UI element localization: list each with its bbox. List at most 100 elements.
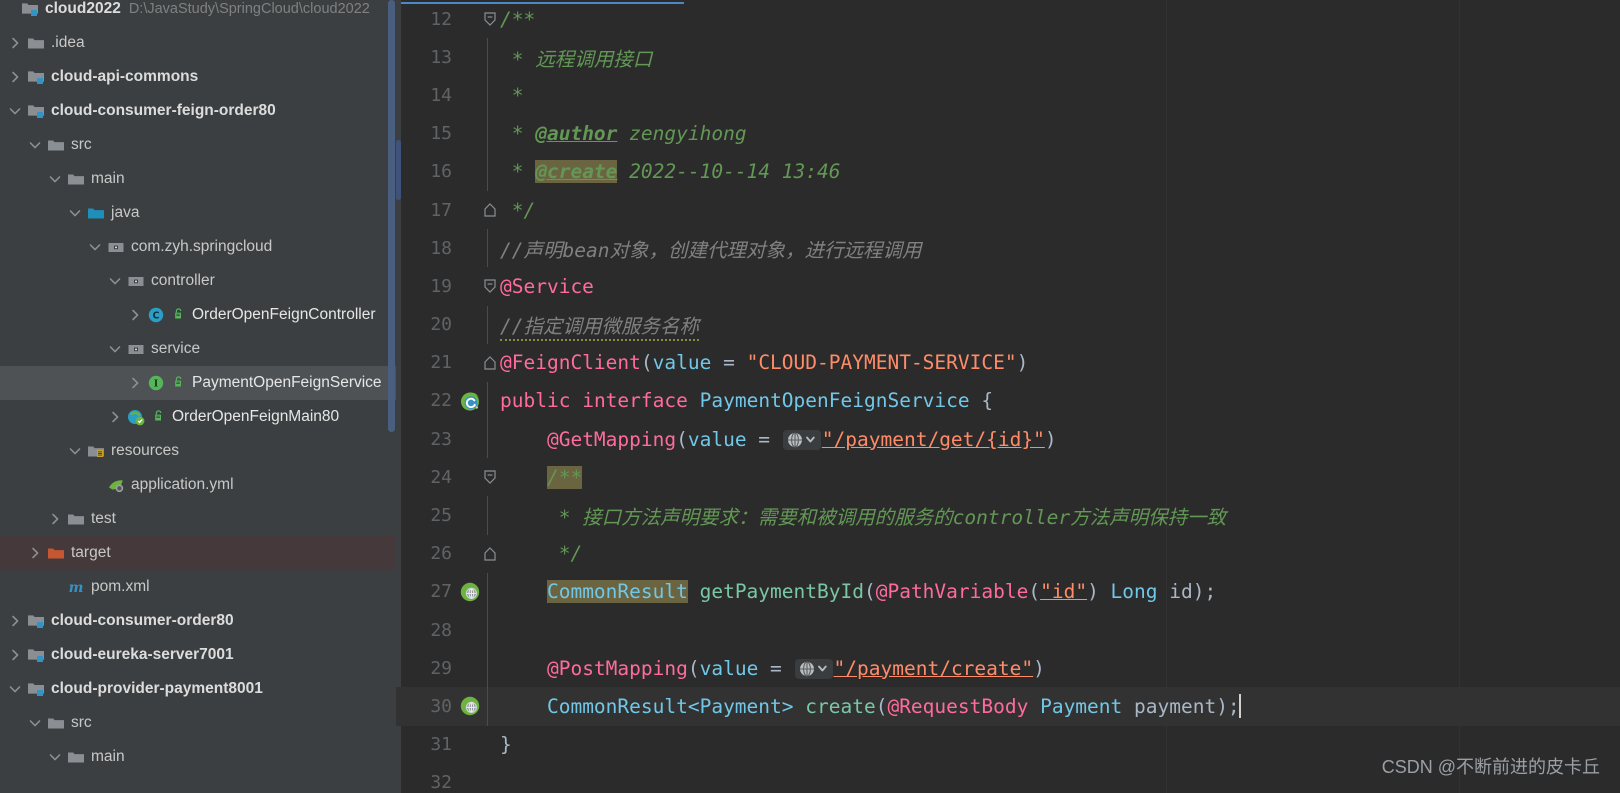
tree-item-target[interactable]: target: [0, 536, 396, 570]
chevron-down-icon[interactable]: [28, 716, 42, 730]
code-line[interactable]: 20 //指定调用微服务名称: [396, 305, 1620, 344]
chevron-down-icon[interactable]: [48, 750, 62, 764]
fold-end2-icon[interactable]: [480, 344, 500, 382]
editor-gutter[interactable]: 12: [396, 0, 496, 38]
editor-gutter[interactable]: 15: [396, 114, 492, 153]
code-line[interactable]: 27 CommonResult getPaymentById(@PathVari…: [396, 572, 1620, 611]
tree-root-row[interactable]: cloud2022 D:\JavaStudy\SpringCloud\cloud2…: [0, 0, 396, 26]
tree-item-cloud-consumer-order80[interactable]: cloud-consumer-order80: [0, 604, 396, 638]
editor-panel[interactable]: 12/** 13 * 远程调用接口 14 * 15 * @author zengyih…: [396, 0, 1620, 793]
tree-item-main[interactable]: main: [0, 162, 396, 196]
code-text[interactable]: public interface PaymentOpenFeignService…: [492, 389, 1620, 412]
code-text[interactable]: CommonResult<Payment> create(@RequestBod…: [492, 694, 1620, 719]
editor-gutter[interactable]: 32: [396, 764, 492, 793]
fold-start-icon[interactable]: [480, 0, 500, 38]
code-line[interactable]: 24 /**: [396, 458, 1620, 496]
chevron-right-icon[interactable]: [108, 410, 122, 424]
web-endpoint-icon[interactable]: [782, 429, 821, 451]
tree-item-paymentopenfeignservice[interactable]: I PaymentOpenFeignService: [0, 366, 396, 400]
code-text[interactable]: * @author zengyihong: [492, 122, 1620, 145]
chevron-down-icon[interactable]: [8, 682, 22, 696]
project-tree-panel[interactable]: cloud2022 D:\JavaStudy\SpringCloud\cloud2…: [0, 0, 396, 793]
editor-gutter[interactable]: 31: [396, 726, 492, 764]
editor-gutter[interactable]: 26: [396, 535, 496, 573]
chevron-right-icon[interactable]: [48, 512, 62, 526]
code-line[interactable]: 18 //声明bean对象，创建代理对象，进行远程调用: [396, 229, 1620, 268]
code-line[interactable]: 15 * @author zengyihong: [396, 114, 1620, 153]
code-line[interactable]: 26 */: [396, 535, 1620, 573]
tree-item-cloud-provider-payment8001[interactable]: cloud-provider-payment8001: [0, 672, 396, 706]
editor-gutter[interactable]: 22: [396, 381, 492, 421]
code-text[interactable]: *: [492, 84, 1620, 107]
chevron-down-icon[interactable]: [108, 342, 122, 356]
code-line[interactable]: 21 @FeignClient(value = "CLOUD-PAYMENT-SE…: [396, 344, 1620, 382]
editor-gutter[interactable]: 17: [396, 191, 496, 229]
chevron-right-icon[interactable]: [8, 648, 22, 662]
tree-item-com-zyh-springcloud[interactable]: com.zyh.springcloud: [0, 230, 396, 264]
tree-item-controller[interactable]: controller: [0, 264, 396, 298]
tree-item-orderopenfeigncontroller[interactable]: C OrderOpenFeignController: [0, 298, 396, 332]
fold-end-icon[interactable]: [480, 535, 500, 573]
code-line[interactable]: 29 @PostMapping(value = "/payment/create…: [396, 649, 1620, 688]
chevron-down-icon[interactable]: [68, 444, 82, 458]
code-text[interactable]: */: [492, 199, 1620, 222]
editor-gutter[interactable]: 25: [396, 496, 492, 535]
code-line[interactable]: 17 */: [396, 191, 1620, 229]
tree-item-java[interactable]: java: [0, 196, 396, 230]
code-line[interactable]: 22 public interface PaymentOpenFeignServi…: [396, 381, 1620, 421]
code-text[interactable]: //指定调用微服务名称: [492, 310, 1620, 342]
tree-item-test[interactable]: test: [0, 502, 396, 536]
editor-gutter[interactable]: 24: [396, 458, 496, 496]
editor-gutter[interactable]: 23: [396, 420, 492, 459]
editor-gutter[interactable]: 29: [396, 649, 492, 688]
fold-start-icon[interactable]: [480, 267, 500, 305]
editor-gutter[interactable]: 16: [396, 152, 492, 191]
chevron-right-icon[interactable]: [8, 36, 22, 50]
editor-gutter[interactable]: 14: [396, 76, 492, 115]
chevron-down-icon[interactable]: [8, 104, 22, 118]
tree-item-src[interactable]: src: [0, 706, 396, 740]
tree-item-src[interactable]: src: [0, 128, 396, 162]
code-text[interactable]: @Service: [492, 275, 1620, 298]
sidebar-scrollbar[interactable]: [388, 0, 395, 432]
chevron-right-icon[interactable]: [8, 614, 22, 628]
tree-item-service[interactable]: service: [0, 332, 396, 366]
editor-gutter[interactable]: 19: [396, 267, 496, 305]
chevron-down-icon[interactable]: [68, 206, 82, 220]
editor-gutter[interactable]: 13: [396, 38, 492, 77]
editor-gutter[interactable]: 21: [396, 344, 496, 382]
spring-endpoint-icon[interactable]: [458, 580, 484, 604]
tree-item-cloud-api-commons[interactable]: cloud-api-commons: [0, 60, 396, 94]
code-line[interactable]: 30 CommonResult<Payment> create(@Request…: [396, 687, 1620, 726]
code-text[interactable]: */: [492, 542, 1620, 565]
code-line[interactable]: 12 /**: [396, 0, 1620, 38]
project-tree[interactable]: cloud2022 D:\JavaStudy\SpringCloud\cloud2…: [0, 0, 396, 774]
spring-endpoint-icon[interactable]: [458, 694, 484, 718]
chevron-right-icon[interactable]: [128, 308, 142, 322]
code-line[interactable]: 14 *: [396, 76, 1620, 115]
tree-item-pom-xml[interactable]: m pom.xml: [0, 570, 396, 604]
fold-end-icon[interactable]: [480, 191, 500, 229]
code-text[interactable]: CommonResult getPaymentById(@PathVariabl…: [492, 580, 1620, 604]
editor-gutter[interactable]: 18: [396, 229, 492, 268]
tree-item-cloud-eureka-server7001[interactable]: cloud-eureka-server7001: [0, 638, 396, 672]
tree-item-resources[interactable]: resources: [0, 434, 396, 468]
editor-gutter[interactable]: 27: [396, 572, 492, 611]
editor-gutter[interactable]: 28: [396, 611, 492, 650]
tree-item-main[interactable]: main: [0, 740, 396, 774]
tree-item-application-yml[interactable]: application.yml: [0, 468, 396, 502]
chevron-right-icon[interactable]: [128, 376, 142, 390]
code-text[interactable]: @FeignClient(value = "CLOUD-PAYMENT-SERV…: [492, 351, 1620, 374]
tree-item-cloud-consumer-feign-order80[interactable]: cloud-consumer-feign-order80: [0, 94, 396, 128]
chevron-right-icon[interactable]: [28, 546, 42, 560]
chevron-right-icon[interactable]: [8, 70, 22, 84]
code-line[interactable]: 23 @GetMapping(value = "/payment/get/{id…: [396, 420, 1620, 459]
chevron-down-icon[interactable]: [108, 274, 122, 288]
code-line[interactable]: 13 * 远程调用接口: [396, 38, 1620, 77]
code-text[interactable]: /**: [492, 8, 1620, 31]
code-text[interactable]: @GetMapping(value = "/payment/get/{id}"): [492, 428, 1620, 451]
code-text[interactable]: * 远程调用接口: [492, 43, 1620, 72]
tree-item-orderopenfeignmain80[interactable]: OrderOpenFeignMain80: [0, 400, 396, 434]
code-text[interactable]: //声明bean对象，创建代理对象，进行远程调用: [492, 234, 1620, 263]
editor-gutter[interactable]: 20: [396, 305, 492, 344]
